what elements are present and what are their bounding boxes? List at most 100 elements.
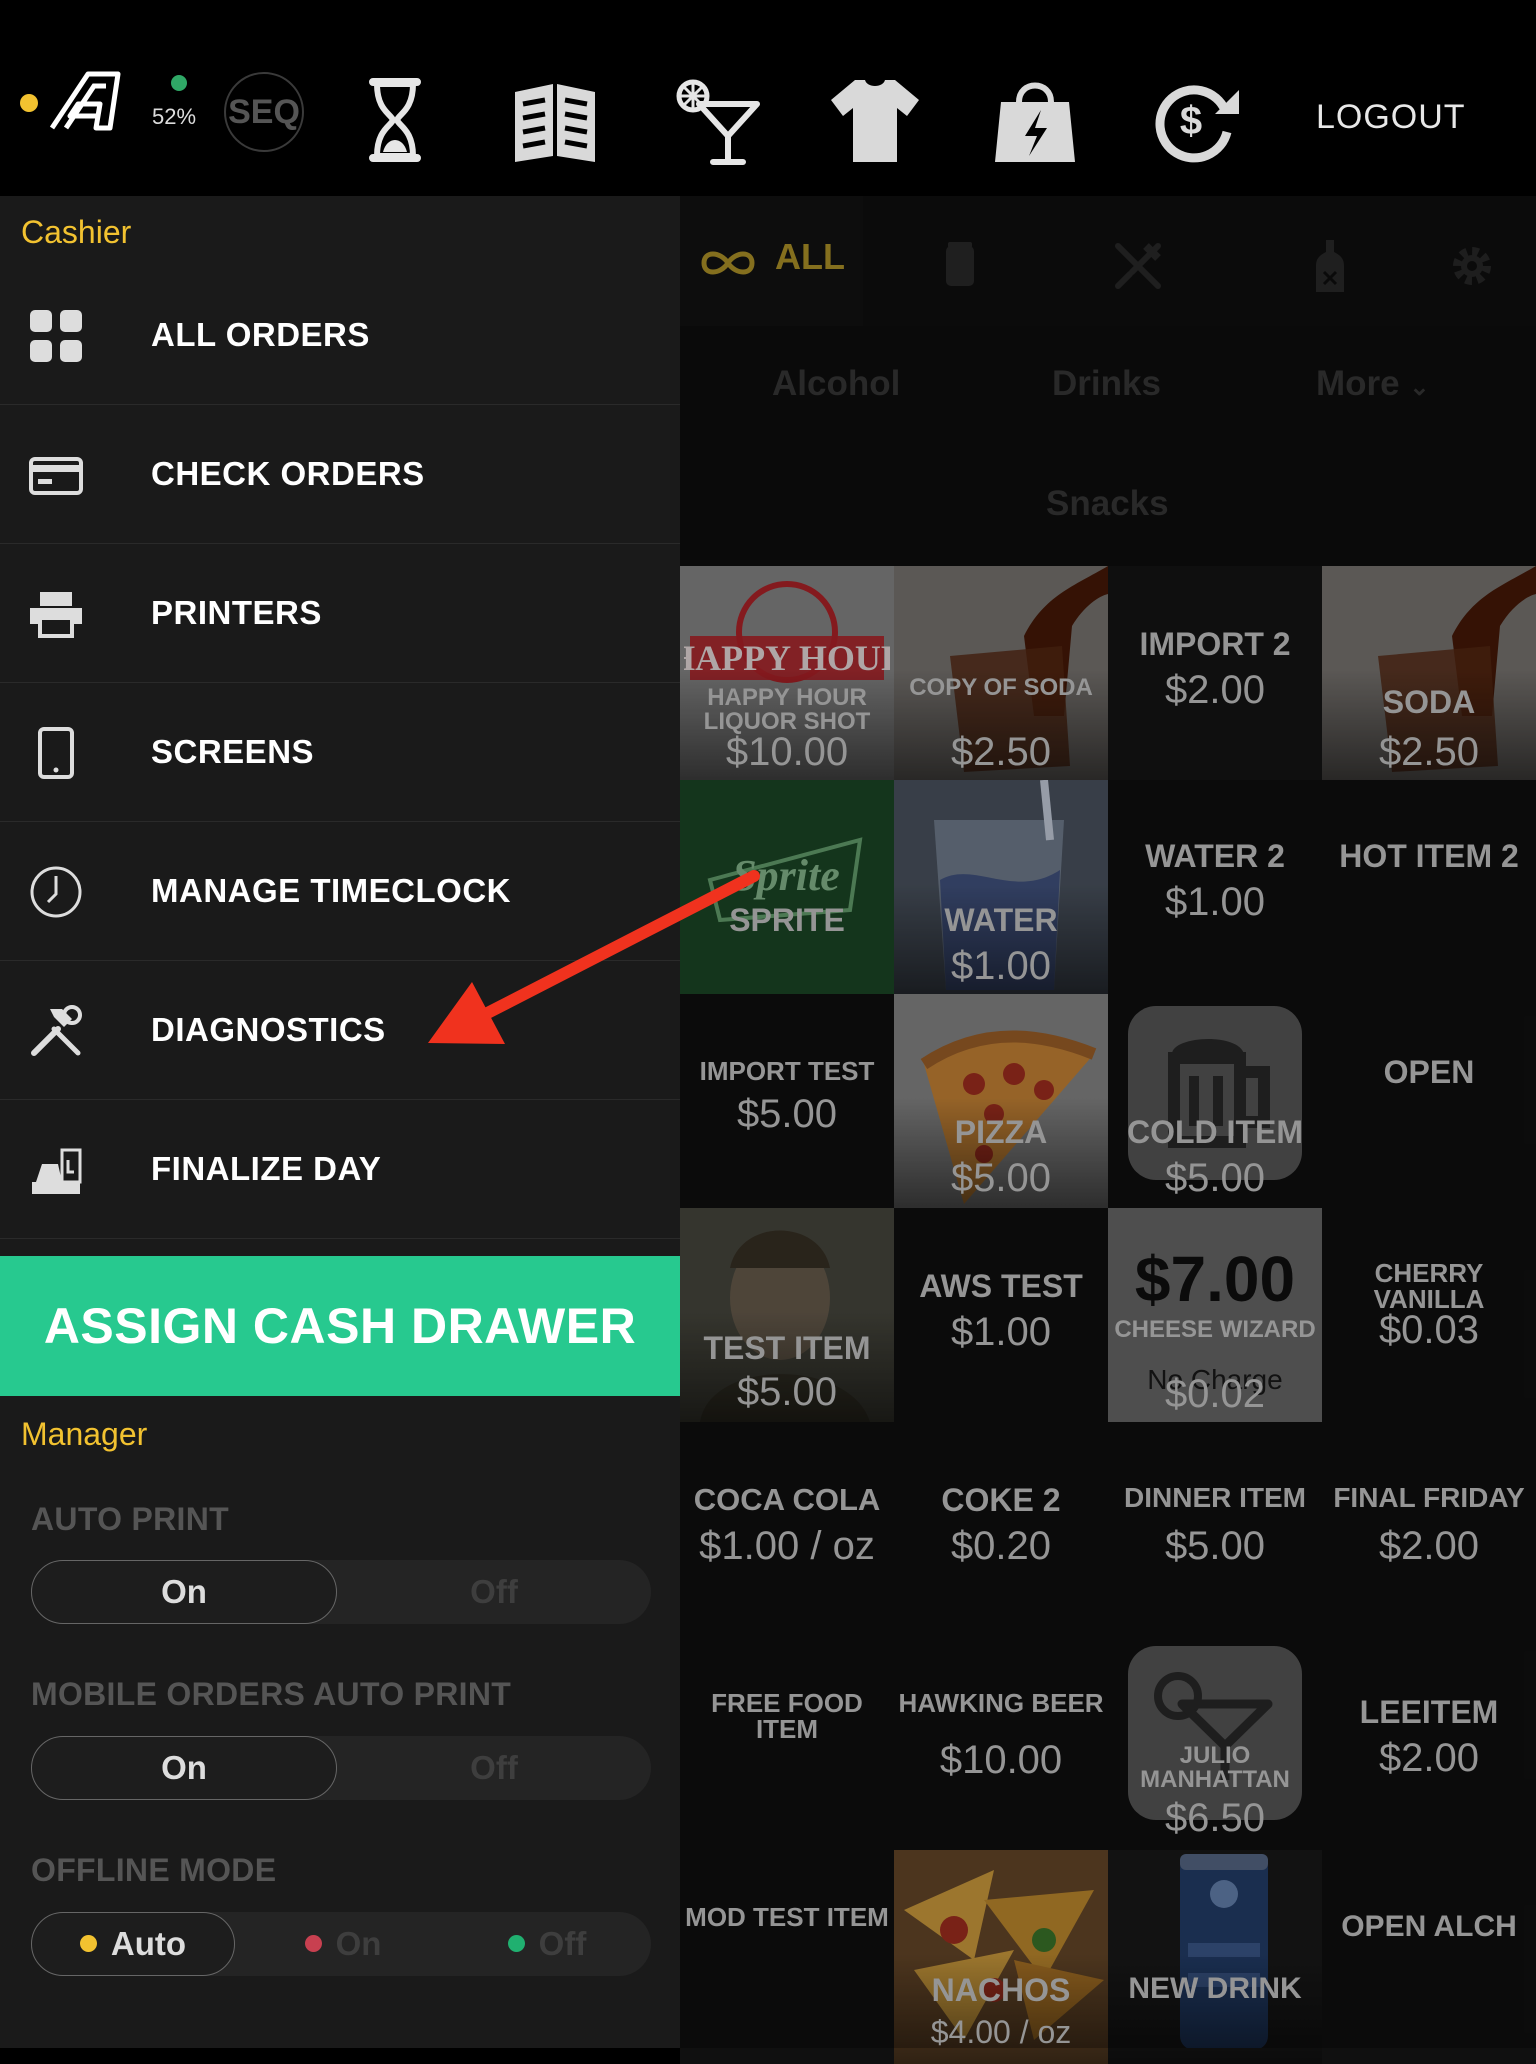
tshirt-icon[interactable]: [825, 70, 925, 170]
refund-icon[interactable]: $: [1145, 70, 1245, 170]
cocktail-tile-icon: [1128, 1646, 1302, 1820]
product-name: IMPORT 2: [1139, 626, 1291, 662]
mobile-auto-print-off-option[interactable]: Off: [341, 1736, 647, 1800]
subcategory-drinks[interactable]: Drinks: [1052, 364, 1161, 404]
menu-item-screens[interactable]: SCREENS: [0, 683, 680, 822]
menu-item-all-orders[interactable]: ALL ORDERS: [0, 266, 680, 405]
product-price: $2.00: [1378, 1524, 1480, 1568]
product-name: IMPORT TEST: [699, 1056, 875, 1086]
product-tile-pizza[interactable]: PIZZA $5.00: [894, 994, 1108, 1208]
tab-all[interactable]: ALL: [680, 196, 863, 326]
cocktail-icon[interactable]: [665, 70, 765, 170]
offline-on-option[interactable]: On: [241, 1912, 445, 1976]
category-tabs: ALL: [680, 196, 1536, 326]
product-tile-new-drink[interactable]: NEW DRINK: [1108, 1850, 1322, 2064]
product-tile-cherry-vanilla[interactable]: CHERRY VANILLA $0.03: [1322, 1208, 1536, 1422]
subcategory-snacks[interactable]: Snacks: [1046, 484, 1169, 524]
menu-item-label: SCREENS: [151, 733, 315, 770]
product-panel: ALL Alcohol Drinks More ⌄ Snacks APPY HO…: [680, 196, 1536, 2064]
menu-book-icon[interactable]: [505, 70, 605, 170]
product-tile-dinner-item[interactable]: DINNER ITEM $5.00: [1108, 1422, 1322, 1636]
menu-item-manage-timeclock[interactable]: MANAGE TIMECLOCK: [0, 822, 680, 961]
menu-item-finalize-day[interactable]: FINALIZE DAY: [0, 1100, 680, 1239]
product-name: PIZZA: [954, 1114, 1048, 1150]
product-tile-julio-manhattan[interactable]: JULIO MANHATTAN $6.50: [1108, 1636, 1322, 1850]
product-name: JULIO MANHATTAN: [1140, 1742, 1290, 1793]
menu-item-printers[interactable]: PRINTERS: [0, 544, 680, 683]
product-tile-coca-cola[interactable]: COCA COLA $1.00 / oz: [680, 1422, 894, 1636]
beer-mug-icon: [1128, 1006, 1302, 1180]
chevron-down-icon: ⌄: [1409, 374, 1430, 401]
product-tile-test-item[interactable]: TEST ITEM $5.00: [680, 1208, 894, 1422]
connection-status-dot: [20, 94, 38, 112]
product-tile-mod-test-item[interactable]: MOD TEST ITEM: [680, 1850, 894, 2064]
product-tile-sprite[interactable]: Sprite SPRITE: [680, 780, 894, 994]
product-tile-open-alch[interactable]: OPEN ALCH: [1322, 1850, 1536, 2064]
product-name: OPEN: [1383, 1054, 1475, 1090]
product-tile-happy-hour-liquor-shot[interactable]: HAPPY HOUR HAPPY HOUR LIQUOR SHOT $10.00: [680, 566, 894, 780]
product-price: $1.00 / oz: [699, 1524, 875, 1568]
product-tile-aws-test[interactable]: AWS TEST $1.00: [894, 1208, 1108, 1422]
product-tile-cheese-wizard[interactable]: $7.00 No Charge CHEESE WIZARD $0.02: [1108, 1208, 1322, 1422]
settings-drawer: Cashier ALL ORDERS CHECK ORDERS PRINTERS…: [0, 196, 680, 2048]
product-tile-water[interactable]: WATER $1.00: [894, 780, 1108, 994]
offline-auto-option[interactable]: Auto: [31, 1912, 235, 1976]
product-tile-cold-item[interactable]: COLD ITEM $5.00: [1108, 994, 1322, 1208]
hourglass-icon[interactable]: [345, 70, 445, 170]
mobile-auto-print-on-option[interactable]: On: [31, 1736, 337, 1800]
product-name: FINAL FRIDAY: [1333, 1482, 1525, 1513]
can-icon[interactable]: [938, 240, 982, 290]
search-button[interactable]: SEQ: [224, 72, 304, 152]
product-tile-import-2[interactable]: IMPORT 2 $2.00: [1108, 566, 1322, 780]
gear-icon[interactable]: [1448, 242, 1496, 290]
product-tile-final-friday[interactable]: FINAL FRIDAY $2.00: [1322, 1422, 1536, 1636]
product-name: DINNER ITEM: [1124, 1482, 1306, 1513]
product-tile-free-food-item[interactable]: FREE FOOD ITEM: [680, 1636, 894, 1850]
bottle-icon[interactable]: [1310, 238, 1350, 294]
product-price: $5.00: [736, 1370, 838, 1414]
shopping-bag-icon[interactable]: [985, 70, 1085, 170]
subcategory-more[interactable]: More ⌄: [1316, 364, 1429, 404]
product-price: $5.00: [736, 1092, 838, 1136]
product-tile-copy-of-soda[interactable]: COPY OF SODA $2.50: [894, 566, 1108, 780]
credit-card-icon: [29, 457, 83, 495]
cashier-section-title: Cashier: [21, 214, 132, 250]
product-name: CHERRY VANILLA: [1373, 1258, 1485, 1314]
menu-item-label: PRINTERS: [151, 594, 322, 631]
product-tile-nachos[interactable]: NACHOS $4.00 / oz: [894, 1850, 1108, 2064]
menu-item-diagnostics[interactable]: DIAGNOSTICS: [0, 961, 680, 1100]
product-tile-coke-2[interactable]: COKE 2 $0.20: [894, 1422, 1108, 1636]
mobile-auto-print-label: MOBILE ORDERS AUTO PRINT: [31, 1676, 512, 1712]
utensils-icon[interactable]: [1110, 238, 1166, 294]
offline-off-option[interactable]: Off: [445, 1912, 649, 1976]
offline-mode-toggle: Auto On Off: [31, 1912, 651, 1976]
menu-item-label: ALL ORDERS: [151, 316, 370, 353]
product-tile-open[interactable]: OPEN: [1322, 994, 1536, 1208]
price-image-text: $7.00: [1134, 1243, 1296, 1315]
clock-icon: [30, 866, 82, 918]
product-name: AWS TEST: [919, 1268, 1083, 1304]
product-tile-import-test[interactable]: IMPORT TEST $5.00: [680, 994, 894, 1208]
menu-item-check-orders[interactable]: CHECK ORDERS: [0, 405, 680, 544]
assign-cash-drawer-button[interactable]: ASSIGN CASH DRAWER: [0, 1256, 680, 1396]
auto-print-on-option[interactable]: On: [31, 1560, 337, 1624]
auto-print-label: AUTO PRINT: [31, 1501, 229, 1537]
product-tile-leeitem[interactable]: LEEITEM $2.00: [1322, 1636, 1536, 1850]
product-tile-hot-item-2[interactable]: HOT ITEM 2: [1322, 780, 1536, 994]
green-dot-icon: [507, 1934, 525, 1952]
product-tile-water-2[interactable]: WATER 2 $1.00: [1108, 780, 1322, 994]
product-name: CHEESE WIZARD: [1114, 1316, 1316, 1343]
auto-print-off-option[interactable]: Off: [341, 1560, 647, 1624]
menu-item-label: MANAGE TIMECLOCK: [151, 872, 511, 909]
product-tile-soda[interactable]: SODA $2.50: [1322, 566, 1536, 780]
infinity-icon: [701, 251, 755, 275]
logout-button[interactable]: LOGOUT: [1316, 98, 1466, 137]
menu-item-label: CHECK ORDERS: [151, 455, 425, 492]
product-price: $0.02: [1164, 1372, 1266, 1416]
auto-print-toggle: On Off: [31, 1560, 651, 1624]
offline-off-label: Off: [538, 1925, 587, 1962]
product-tile-hawking-beer[interactable]: HAWKING BEER $10.00: [894, 1636, 1108, 1850]
offline-mode-label: OFFLINE MODE: [31, 1852, 277, 1888]
product-price: $0.03: [1378, 1308, 1480, 1352]
subcategory-alcohol[interactable]: Alcohol: [772, 364, 900, 404]
